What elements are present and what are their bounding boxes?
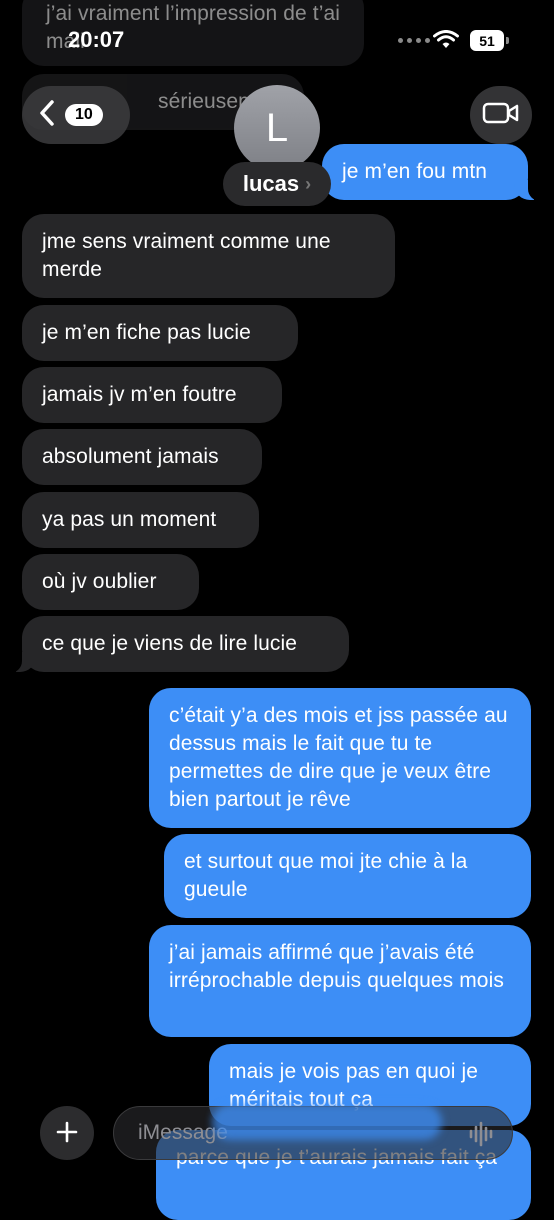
contact-name: lucas (242, 171, 300, 196)
message-text: je m’en fou mtn (342, 160, 488, 183)
received-message[interactable]: jme sens vraiment comme une merde (22, 214, 395, 298)
message-text: c’était y’a des mois et jss passée au de… (169, 704, 508, 811)
sent-message[interactable]: c’était y’a des mois et jss passée au de… (149, 688, 531, 828)
voice-memo-icon[interactable] (468, 1121, 496, 1152)
sent-message[interactable]: je m’en fou mtn (322, 144, 540, 201)
add-attachment-button[interactable] (40, 1106, 94, 1160)
contact-avatar[interactable]: L (234, 85, 320, 171)
back-button[interactable]: 10 (22, 86, 130, 144)
received-message[interactable]: jamais jv m’en foutre (22, 367, 282, 423)
message-text: je m’en fiche pas lucie (42, 321, 251, 344)
message-text: où jv oublier (42, 570, 157, 593)
message-text: j’ai jamais affirmé que j’avais été irré… (169, 941, 504, 992)
status-bar: 20:07 51 (0, 0, 554, 80)
sent-message[interactable]: et surtout que moi jte chie à la gueule (164, 834, 531, 918)
battery-icon: 51 (470, 30, 509, 51)
message-text: absolument jamais (42, 445, 219, 468)
received-message[interactable]: où jv oublier (22, 554, 199, 610)
message-text: jamais jv m’en foutre (42, 383, 237, 406)
contact-name-button[interactable]: lucas › (223, 162, 331, 206)
received-message[interactable]: ya pas un moment (22, 492, 259, 548)
wifi-icon (433, 30, 459, 55)
plus-icon (55, 1116, 79, 1150)
message-text: et surtout que moi jte chie à la gueule (184, 850, 468, 901)
received-message[interactable]: ce que je viens de lire lucie (10, 616, 349, 673)
sent-message[interactable]: j’ai jamais affirmé que j’avais été irré… (149, 925, 531, 1037)
unread-count-badge: 10 (65, 104, 103, 126)
message-text: jme sens vraiment comme une merde (42, 230, 331, 281)
received-message[interactable]: absolument jamais (22, 429, 262, 485)
input-blur-overlay (212, 1104, 442, 1140)
status-time: 20:07 (68, 27, 125, 52)
chevron-left-icon (39, 99, 55, 131)
avatar-initial: L (265, 105, 289, 150)
message-text: ya pas un moment (42, 508, 217, 531)
facetime-video-button[interactable] (470, 86, 532, 144)
chevron-right-icon: › (305, 173, 312, 194)
cellular-signal-icon (398, 38, 430, 43)
received-message[interactable]: je m’en fiche pas lucie (22, 305, 298, 361)
video-camera-icon (482, 101, 520, 130)
message-text: ce que je viens de lire lucie (42, 632, 298, 655)
